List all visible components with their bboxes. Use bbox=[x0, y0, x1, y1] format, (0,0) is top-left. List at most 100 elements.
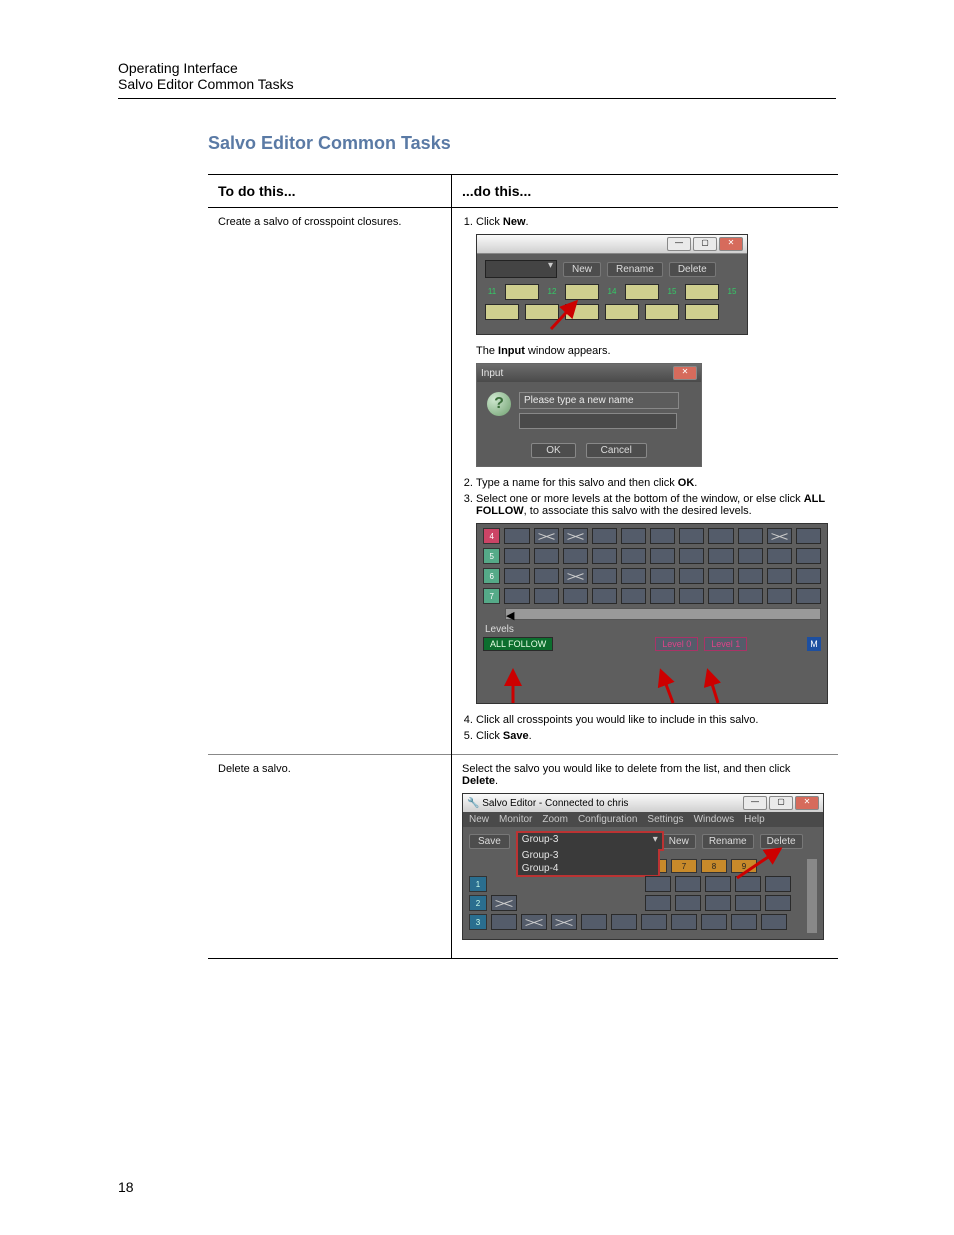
crosspoint-cell[interactable] bbox=[504, 568, 529, 584]
crosspoint-cell[interactable] bbox=[491, 895, 517, 911]
close-icon[interactable]: ✕ bbox=[673, 366, 697, 380]
crosspoint-cell[interactable] bbox=[645, 876, 671, 892]
crosspoint-cell[interactable] bbox=[621, 528, 646, 544]
crosspoint-cell[interactable] bbox=[705, 876, 731, 892]
crosspoint-cell[interactable] bbox=[581, 914, 607, 930]
level-1-button[interactable]: Level 1 bbox=[704, 637, 747, 651]
crosspoint-cell[interactable] bbox=[708, 588, 733, 604]
menu-item[interactable]: Help bbox=[744, 814, 765, 825]
crosspoint-cell[interactable] bbox=[679, 548, 704, 564]
new-button[interactable]: New bbox=[662, 834, 696, 849]
crosspoint-cell[interactable] bbox=[738, 528, 763, 544]
crosspoint-cell[interactable] bbox=[738, 548, 763, 564]
grid-cell[interactable] bbox=[605, 304, 639, 320]
crosspoint-cell[interactable] bbox=[621, 568, 646, 584]
crosspoint-cell[interactable] bbox=[534, 528, 559, 544]
crosspoint-cell[interactable] bbox=[708, 548, 733, 564]
grid-cell[interactable] bbox=[685, 284, 719, 300]
menu-item[interactable]: Windows bbox=[694, 814, 735, 825]
save-button[interactable]: Save bbox=[469, 834, 510, 849]
crosspoint-cell[interactable] bbox=[592, 588, 617, 604]
crosspoint-cell[interactable] bbox=[738, 568, 763, 584]
crosspoint-cell[interactable] bbox=[650, 528, 675, 544]
crosspoint-cell[interactable] bbox=[645, 895, 671, 911]
dropdown-item[interactable]: Group-4 bbox=[518, 862, 658, 875]
crosspoint-cell[interactable] bbox=[621, 588, 646, 604]
crosspoint-cell[interactable] bbox=[679, 588, 704, 604]
crosspoint-cell[interactable] bbox=[701, 914, 727, 930]
crosspoint-cell[interactable] bbox=[796, 568, 821, 584]
crosspoint-cell[interactable] bbox=[491, 914, 517, 930]
minimize-icon[interactable]: — bbox=[667, 237, 691, 251]
crosspoint-cell[interactable] bbox=[761, 914, 787, 930]
crosspoint-cell[interactable] bbox=[621, 548, 646, 564]
crosspoint-cell[interactable] bbox=[705, 895, 731, 911]
menu-item[interactable]: Settings bbox=[647, 814, 683, 825]
crosspoint-cell[interactable] bbox=[679, 568, 704, 584]
crosspoint-cell[interactable] bbox=[592, 528, 617, 544]
crosspoint-cell[interactable] bbox=[650, 588, 675, 604]
crosspoint-cell[interactable] bbox=[708, 568, 733, 584]
menu-item[interactable]: Monitor bbox=[499, 814, 532, 825]
crosspoint-cell[interactable] bbox=[611, 914, 637, 930]
name-input[interactable] bbox=[519, 413, 677, 429]
crosspoint-cell[interactable] bbox=[534, 548, 559, 564]
crosspoint-cell[interactable] bbox=[641, 914, 667, 930]
crosspoint-cell[interactable] bbox=[563, 568, 588, 584]
crosspoint-cell[interactable] bbox=[738, 588, 763, 604]
crosspoint-cell[interactable] bbox=[592, 568, 617, 584]
grid-cell[interactable] bbox=[505, 284, 539, 300]
crosspoint-cell[interactable] bbox=[504, 528, 529, 544]
crosspoint-cell[interactable] bbox=[534, 568, 559, 584]
horizontal-scrollbar[interactable]: ◀ bbox=[505, 608, 821, 620]
crosspoint-cell[interactable] bbox=[534, 588, 559, 604]
close-icon[interactable]: ✕ bbox=[795, 796, 819, 810]
cancel-button[interactable]: Cancel bbox=[586, 443, 647, 458]
crosspoint-cell[interactable] bbox=[592, 548, 617, 564]
vertical-scrollbar[interactable] bbox=[807, 859, 817, 933]
ok-button[interactable]: OK bbox=[531, 443, 575, 458]
crosspoint-cell[interactable] bbox=[767, 548, 792, 564]
crosspoint-cell[interactable] bbox=[563, 548, 588, 564]
crosspoint-cell[interactable] bbox=[679, 528, 704, 544]
crosspoint-cell[interactable] bbox=[563, 588, 588, 604]
close-icon[interactable]: ✕ bbox=[719, 237, 743, 251]
crosspoint-cell[interactable] bbox=[671, 914, 697, 930]
maximize-icon[interactable]: ▢ bbox=[769, 796, 793, 810]
salvo-dropdown[interactable]: Group-3 bbox=[516, 831, 664, 851]
crosspoint-cell[interactable] bbox=[767, 588, 792, 604]
all-follow-button[interactable]: ALL FOLLOW bbox=[483, 637, 553, 651]
delete-button[interactable]: Delete bbox=[669, 262, 716, 277]
ss1-dropdown[interactable] bbox=[485, 260, 557, 278]
crosspoint-cell[interactable] bbox=[675, 876, 701, 892]
menu-item[interactable]: Zoom bbox=[542, 814, 568, 825]
crosspoint-cell[interactable] bbox=[796, 548, 821, 564]
maximize-icon[interactable]: ▢ bbox=[693, 237, 717, 251]
crosspoint-cell[interactable] bbox=[708, 528, 733, 544]
grid-cell[interactable] bbox=[625, 284, 659, 300]
crosspoint-cell[interactable] bbox=[796, 528, 821, 544]
grid-cell[interactable] bbox=[485, 304, 519, 320]
crosspoint-cell[interactable] bbox=[650, 548, 675, 564]
crosspoint-cell[interactable] bbox=[650, 568, 675, 584]
grid-cell[interactable] bbox=[685, 304, 719, 320]
crosspoint-cell[interactable] bbox=[767, 568, 792, 584]
level-0-button[interactable]: Level 0 bbox=[655, 637, 698, 651]
dropdown-item[interactable]: Group-3 bbox=[518, 849, 658, 862]
crosspoint-cell[interactable] bbox=[767, 528, 792, 544]
grid-cell[interactable] bbox=[645, 304, 679, 320]
crosspoint-cell[interactable] bbox=[504, 588, 529, 604]
crosspoint-cell[interactable] bbox=[504, 548, 529, 564]
minimize-icon[interactable]: — bbox=[743, 796, 767, 810]
crosspoint-cell[interactable] bbox=[521, 914, 547, 930]
crosspoint-cell[interactable] bbox=[731, 914, 757, 930]
crosspoint-cell[interactable] bbox=[735, 895, 761, 911]
rename-button[interactable]: Rename bbox=[607, 262, 663, 277]
crosspoint-cell[interactable] bbox=[563, 528, 588, 544]
menu-item[interactable]: Configuration bbox=[578, 814, 637, 825]
new-button[interactable]: New bbox=[563, 262, 601, 277]
crosspoint-cell[interactable] bbox=[765, 895, 791, 911]
crosspoint-cell[interactable] bbox=[551, 914, 577, 930]
crosspoint-cell[interactable] bbox=[675, 895, 701, 911]
menu-item[interactable]: New bbox=[469, 814, 489, 825]
